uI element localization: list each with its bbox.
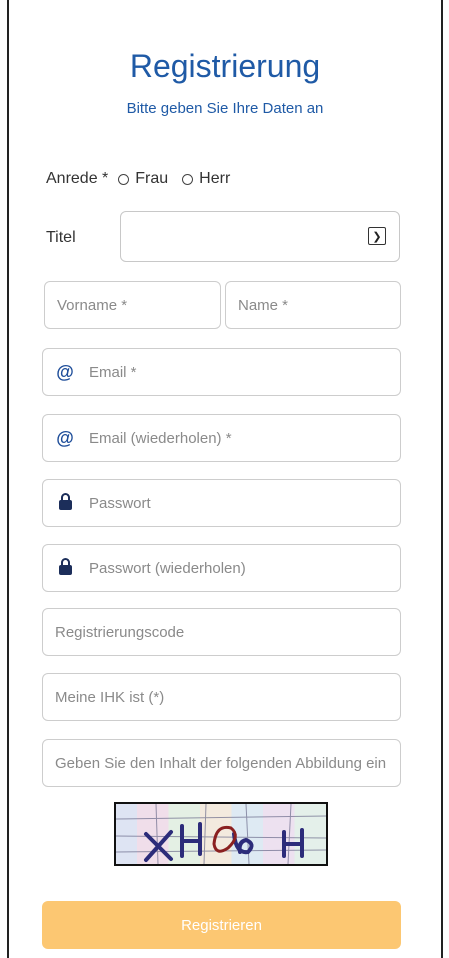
email-repeat-placeholder: Email (wiederholen) * — [89, 429, 232, 447]
lock-icon — [55, 493, 75, 510]
titel-label: Titel — [46, 229, 76, 246]
anrede-row: Anrede * Frau Herr — [46, 170, 244, 188]
anrede-label: Anrede * — [46, 170, 109, 187]
name-input[interactable]: Name * — [225, 281, 401, 329]
email-placeholder: Email * — [89, 363, 137, 381]
radio-circle-icon — [118, 173, 130, 185]
chevron-down-icon[interactable]: ❯ — [368, 227, 386, 245]
at-icon: @ — [56, 427, 74, 448]
passwort-repeat-placeholder: Passwort (wiederholen) — [89, 559, 246, 577]
passwort-repeat-input[interactable]: Passwort (wiederholen) — [42, 544, 401, 592]
email-input[interactable]: @ Email * — [42, 348, 401, 396]
captcha-graphic — [116, 804, 326, 864]
titel-select[interactable]: ❯ — [120, 211, 400, 262]
at-icon: @ — [56, 361, 74, 382]
radio-herr[interactable]: Herr — [182, 170, 230, 188]
radio-circle-icon — [182, 173, 194, 185]
ihk-placeholder: Meine IHK ist (*) — [55, 688, 165, 706]
radio-frau[interactable]: Frau — [118, 170, 168, 188]
page-subtitle: Bitte geben Sie Ihre Daten an — [126, 100, 324, 117]
vorname-placeholder: Vorname * — [57, 296, 128, 314]
vorname-input[interactable]: Vorname * — [44, 281, 221, 329]
registrierungscode-input[interactable]: Registrierungscode — [42, 608, 401, 656]
captcha-placeholder: Geben Sie den Inhalt der folgenden Abbil… — [55, 754, 387, 772]
name-placeholder: Name * — [238, 296, 289, 314]
radio-herr-label: Herr — [199, 170, 231, 187]
captcha-image — [114, 802, 328, 866]
register-button[interactable]: Registrieren — [42, 901, 401, 949]
captcha-input[interactable]: Geben Sie den Inhalt der folgenden Abbil… — [42, 739, 401, 787]
page-title: Registrierung — [129, 48, 321, 84]
ihk-input[interactable]: Meine IHK ist (*) — [42, 673, 401, 721]
registrierungscode-placeholder: Registrierungscode — [55, 623, 185, 641]
passwort-input[interactable]: Passwort — [42, 479, 401, 527]
passwort-placeholder: Passwort — [89, 494, 151, 512]
email-repeat-input[interactable]: @ Email (wiederholen) * — [42, 414, 401, 462]
radio-frau-label: Frau — [135, 170, 169, 187]
lock-icon — [55, 558, 75, 575]
